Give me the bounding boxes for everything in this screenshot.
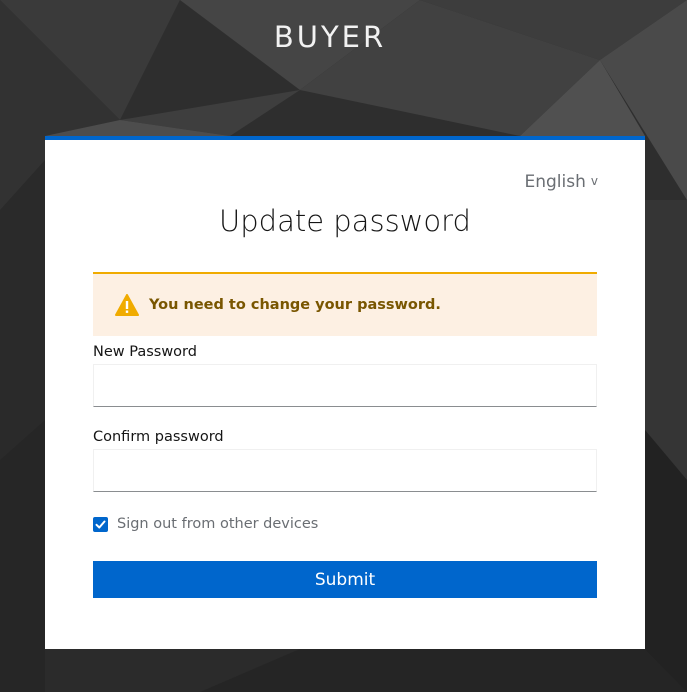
login-card: English v Update password You need to cha… — [45, 136, 645, 649]
submit-button[interactable]: Submit — [93, 561, 597, 598]
new-password-field[interactable] — [93, 364, 597, 407]
brand-title: BUYER — [273, 20, 387, 54]
language-label: English — [524, 172, 586, 192]
warning-alert: You need to change your password. — [93, 272, 597, 336]
new-password-label: New Password — [93, 344, 197, 360]
logout-sessions-row[interactable]: Sign out from other devices — [93, 516, 318, 532]
confirm-password-label: Confirm password — [93, 429, 224, 445]
warning-icon — [115, 294, 139, 316]
logout-sessions-label: Sign out from other devices — [117, 516, 319, 532]
language-selector[interactable]: English v — [525, 172, 599, 192]
checkmark-icon — [95, 520, 106, 528]
page-title: Update password — [219, 204, 471, 238]
chevron-down-icon: v — [590, 174, 598, 188]
logout-sessions-checkbox[interactable] — [93, 516, 108, 532]
alert-message: You need to change your password. — [149, 297, 441, 313]
confirm-password-field[interactable] — [93, 449, 597, 492]
